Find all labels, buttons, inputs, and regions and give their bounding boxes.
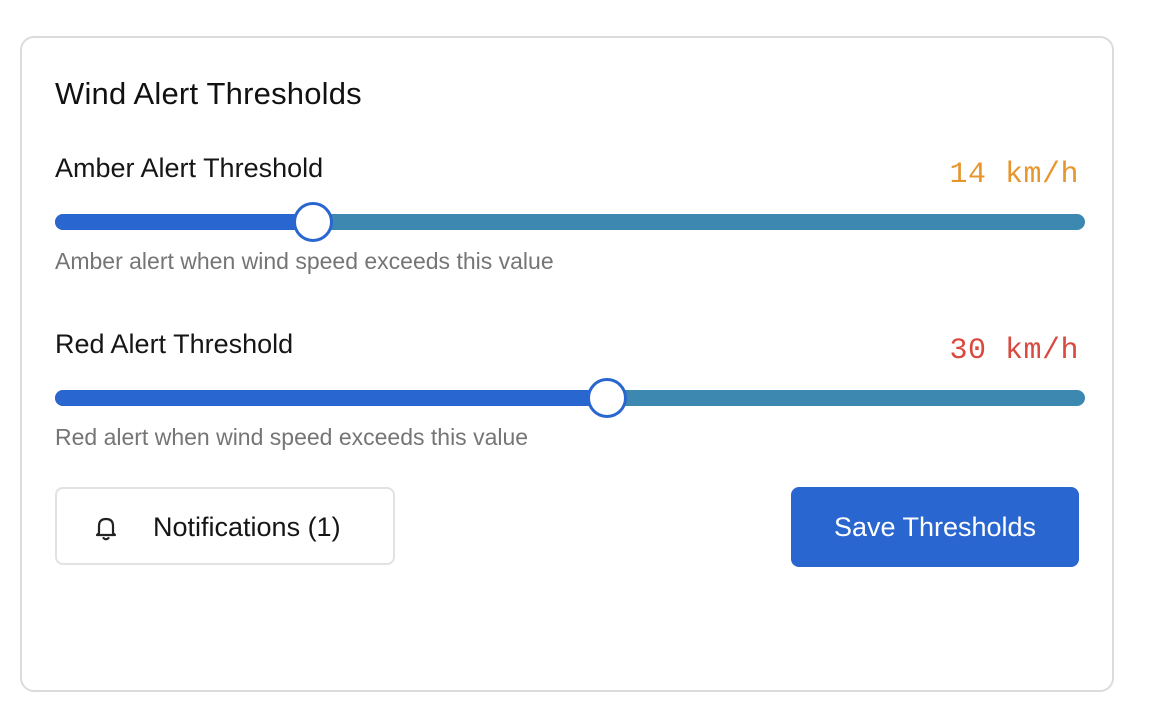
card-title: Wind Alert Thresholds — [55, 76, 362, 111]
red-slider-fill — [55, 390, 607, 406]
notifications-button[interactable]: Notifications (1) — [55, 487, 395, 565]
amber-slider-thumb[interactable] — [293, 202, 333, 242]
wind-alert-card: Wind Alert Thresholds Amber Alert Thresh… — [20, 36, 1114, 692]
amber-threshold-label: Amber Alert Threshold — [55, 153, 324, 183]
amber-threshold-value: 14 km/h — [949, 158, 1079, 192]
red-slider-thumb[interactable] — [587, 378, 627, 418]
bell-icon — [91, 513, 121, 543]
amber-slider-fill — [55, 214, 313, 230]
red-threshold-slider[interactable] — [55, 378, 1085, 418]
notifications-label: Notifications (1) — [153, 512, 341, 542]
red-threshold-hint: Red alert when wind speed exceeds this v… — [55, 424, 529, 450]
red-threshold-value: 30 km/h — [949, 334, 1079, 368]
amber-threshold-slider[interactable] — [55, 202, 1085, 242]
save-thresholds-button[interactable]: Save Thresholds — [791, 487, 1079, 567]
amber-threshold-hint: Amber alert when wind speed exceeds this… — [55, 248, 554, 274]
red-threshold-label: Red Alert Threshold — [55, 329, 294, 359]
